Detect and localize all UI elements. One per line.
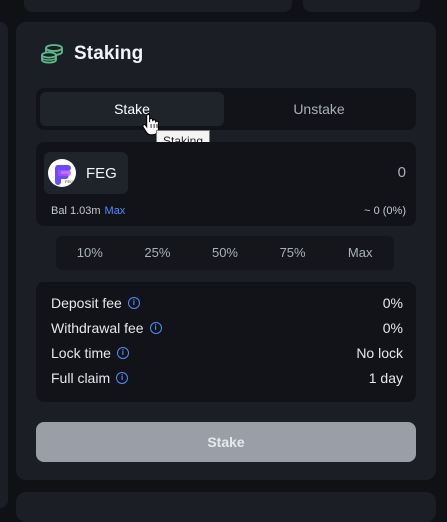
next-card bbox=[16, 492, 436, 522]
info-icon[interactable]: i bbox=[149, 322, 162, 334]
amount-input[interactable]: 0 bbox=[398, 164, 406, 181]
info-label: Full claim bbox=[51, 370, 111, 386]
info-row-withdrawal-fee: Withdrawal fee i 0% bbox=[51, 318, 403, 338]
staking-header: Staking bbox=[40, 42, 143, 66]
info-value: 0% bbox=[382, 320, 403, 336]
info-icon[interactable]: i bbox=[116, 372, 129, 384]
info-icon[interactable]: i bbox=[127, 297, 140, 309]
info-label: Deposit fee bbox=[51, 295, 122, 311]
info-icon[interactable]: i bbox=[116, 347, 129, 359]
tab-unstake[interactable]: Unstake bbox=[226, 92, 412, 126]
info-row-lock-time: Lock time i No lock bbox=[51, 343, 403, 363]
page-title: Staking bbox=[74, 43, 144, 64]
feg-logo-icon: FEG bbox=[48, 159, 76, 187]
coins-stack-icon bbox=[41, 44, 63, 64]
top-panel-left bbox=[24, 0, 292, 12]
tab-stake[interactable]: Stake bbox=[40, 92, 224, 126]
percent-50-button[interactable]: 50% bbox=[191, 236, 259, 270]
info-value: 0% bbox=[382, 295, 403, 311]
percent-10-button[interactable]: 10% bbox=[56, 236, 124, 270]
percent-selector: 10% 25% 50% 75% Max bbox=[56, 236, 394, 270]
max-link[interactable]: Max bbox=[105, 205, 126, 217]
left-panel-edge bbox=[0, 22, 8, 508]
svg-text:FEG: FEG bbox=[65, 179, 73, 184]
balance-text: Bal 1.03m Max bbox=[51, 205, 125, 217]
percent-max-button[interactable]: Max bbox=[326, 236, 394, 270]
stake-button[interactable]: Stake bbox=[36, 422, 416, 462]
usd-value: ~ 0 (0%) bbox=[364, 205, 406, 217]
info-label: Withdrawal fee bbox=[51, 320, 144, 336]
info-value: No lock bbox=[356, 345, 403, 361]
staking-info: Deposit fee i 0% Withdrawal fee i 0% Loc… bbox=[36, 282, 416, 402]
amount-input-box: FEG FEG 0 Bal 1.03m Max ~ 0 (0%) bbox=[36, 142, 416, 226]
info-label: Lock time bbox=[51, 345, 111, 361]
top-panel-right bbox=[303, 0, 420, 12]
balance-label: Bal 1.03m bbox=[51, 205, 101, 217]
staking-card: Staking Stake Unstake Staking FEG FEG 0 … bbox=[16, 22, 436, 480]
percent-25-button[interactable]: 25% bbox=[124, 236, 192, 270]
token-selector[interactable]: FEG FEG bbox=[44, 152, 128, 194]
info-row-full-claim: Full claim i 1 day bbox=[51, 368, 403, 388]
info-row-deposit-fee: Deposit fee i 0% bbox=[51, 293, 403, 313]
stake-unstake-tabs: Stake Unstake bbox=[36, 88, 416, 130]
token-symbol: FEG bbox=[86, 164, 117, 182]
info-value: 1 day bbox=[368, 370, 403, 386]
percent-75-button[interactable]: 75% bbox=[259, 236, 327, 270]
